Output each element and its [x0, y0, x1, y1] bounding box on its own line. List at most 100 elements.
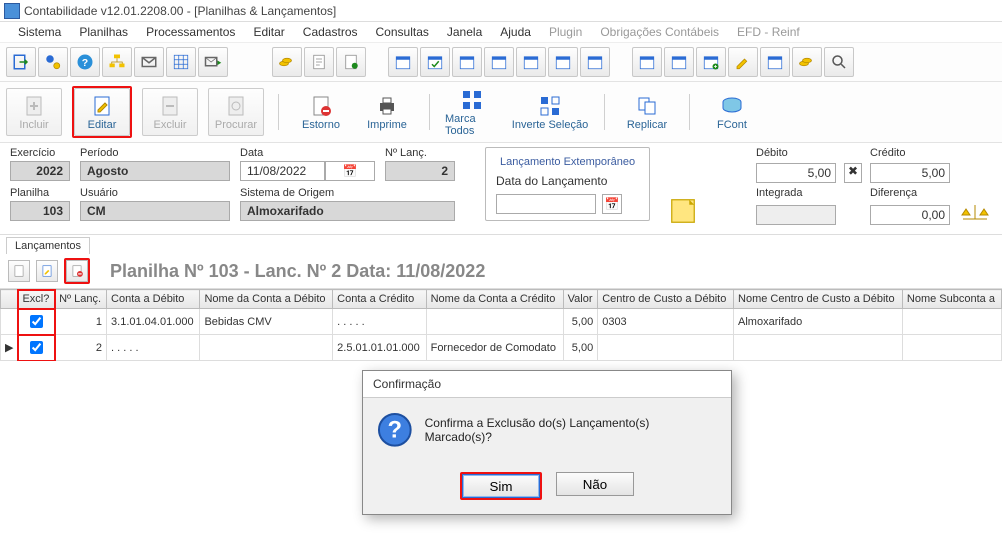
toolbar-mail-send-icon[interactable]: [198, 47, 228, 77]
exercicio-label: Exercício: [10, 147, 70, 159]
col-ccusto-debito[interactable]: Centro de Custo a Débito: [598, 290, 734, 309]
col-nome-conta-debito[interactable]: Nome da Conta a Débito: [200, 290, 333, 309]
col-conta-debito[interactable]: Conta a Débito: [107, 290, 200, 309]
table-row[interactable]: ▶ 2 . . . . . 2.5.01.01.01.000 Fornecedo…: [1, 335, 1002, 361]
col-conta-credito[interactable]: Conta a Crédito: [333, 290, 426, 309]
action-estorno-label: Estorno: [302, 119, 340, 131]
menu-janela[interactable]: Janela: [447, 25, 482, 39]
toolbar-coins-2[interactable]: [792, 47, 822, 77]
menu-processamentos[interactable]: Processamentos: [146, 25, 235, 39]
action-imprime[interactable]: Imprime: [359, 88, 415, 136]
action-imprime-label: Imprime: [367, 119, 407, 131]
action-replicar-label: Replicar: [627, 119, 667, 131]
svg-text:?: ?: [388, 417, 403, 444]
action-procurar[interactable]: Procurar: [208, 88, 264, 136]
toolbar-cal-c[interactable]: [760, 47, 790, 77]
toolbar-edit-icon[interactable]: [728, 47, 758, 77]
filter-panel: Exercício 2022 Período Agosto Planilha 1…: [0, 143, 1002, 235]
origem-value[interactable]: Almoxarifado: [240, 201, 455, 221]
toolbar-cal-4[interactable]: [484, 47, 514, 77]
mini-edit-icon[interactable]: [36, 260, 58, 282]
replicate-icon: [635, 94, 659, 118]
toolbar-cal-6[interactable]: [548, 47, 578, 77]
menu-obrigacoes[interactable]: Obrigações Contábeis: [600, 25, 719, 39]
action-marca-todos[interactable]: Marca Todos: [444, 88, 500, 136]
integrada-label: Integrada: [756, 187, 836, 199]
toolbar-cal-8[interactable]: [632, 47, 662, 77]
action-inverte-selecao[interactable]: Inverte Seleção: [510, 88, 590, 136]
action-incluir-label: Incluir: [19, 119, 48, 131]
action-replicar[interactable]: Replicar: [619, 88, 675, 136]
toolbar-cal-add[interactable]: [696, 47, 726, 77]
diferenca-value: 0,00: [870, 205, 950, 225]
extemporaneo-legend: Lançamento Extemporâneo: [496, 156, 639, 168]
toolbar-coins-1[interactable]: [272, 47, 302, 77]
svg-text:?: ?: [82, 57, 88, 69]
toolbar-cal-3[interactable]: [452, 47, 482, 77]
toolbar-cal-check[interactable]: [420, 47, 450, 77]
action-fcont[interactable]: FCont: [704, 88, 760, 136]
exercicio-value[interactable]: 2022: [10, 161, 70, 181]
clear-debit-icon[interactable]: ✖: [844, 163, 862, 183]
calendar-icon-2[interactable]: 📅: [602, 194, 622, 214]
usuario-label: Usuário: [80, 187, 230, 199]
action-editar[interactable]: Editar: [74, 88, 130, 136]
action-excluir[interactable]: Excluir: [142, 88, 198, 136]
mini-delete-icon[interactable]: [66, 260, 88, 282]
toolbar-mail-icon[interactable]: [134, 47, 164, 77]
toolbar-help-icon[interactable]: ?: [70, 47, 100, 77]
menu-sistema[interactable]: Sistema: [18, 25, 61, 39]
toolbar-cal-1[interactable]: [388, 47, 418, 77]
extemporaneo-group: Lançamento Extemporâneo Data do Lançamen…: [485, 147, 650, 221]
toolbar-doc-2[interactable]: [336, 47, 366, 77]
col-valor[interactable]: Valor: [563, 290, 598, 309]
toolbar-cal-5[interactable]: [516, 47, 546, 77]
menu-editar[interactable]: Editar: [253, 25, 284, 39]
debito-label: Débito: [756, 147, 836, 159]
toolbar-exit-icon[interactable]: [6, 47, 36, 77]
menu-efd[interactable]: EFD - Reinf: [737, 25, 800, 39]
toolbar-cal-9[interactable]: [664, 47, 694, 77]
col-nome-ccusto-debito[interactable]: Nome Centro de Custo a Débito: [734, 290, 903, 309]
periodo-value[interactable]: Agosto: [80, 161, 230, 181]
excl-checkbox[interactable]: [18, 335, 55, 361]
action-incluir[interactable]: Incluir: [6, 88, 62, 136]
printer-icon: [375, 94, 399, 118]
menu-consultas[interactable]: Consultas: [376, 25, 429, 39]
toolbar-key-icon[interactable]: [38, 47, 68, 77]
col-nome-subconta[interactable]: Nome Subconta a: [902, 290, 1001, 309]
action-bar: Incluir Editar Excluir Procurar Estorno …: [0, 82, 1002, 143]
table-row[interactable]: 1 3.1.01.04.01.000 Bebidas CMV . . . . .…: [1, 309, 1002, 335]
planilha-value[interactable]: 103: [10, 201, 70, 221]
col-nlanc[interactable]: Nº Lanç.: [55, 290, 107, 309]
mini-new-icon[interactable]: [8, 260, 30, 282]
toolbar-doc-1[interactable]: [304, 47, 334, 77]
usuario-value[interactable]: CM: [80, 201, 230, 221]
excl-checkbox[interactable]: [18, 309, 55, 335]
action-estorno[interactable]: Estorno: [293, 88, 349, 136]
action-editar-label: Editar: [88, 119, 117, 131]
action-procurar-label: Procurar: [215, 119, 257, 131]
note-icon[interactable]: [668, 196, 698, 226]
calendar-icon[interactable]: 📅: [325, 161, 375, 181]
toolbar-org-icon[interactable]: [102, 47, 132, 77]
minus-doc-icon: [158, 94, 182, 118]
menu-plugin[interactable]: Plugin: [549, 25, 582, 39]
col-nome-conta-credito[interactable]: Nome da Conta a Crédito: [426, 290, 563, 309]
toolbar-cal-7[interactable]: [580, 47, 610, 77]
col-excl[interactable]: Excl?: [18, 290, 55, 309]
nlanc-value[interactable]: 2: [385, 161, 455, 181]
menu-ajuda[interactable]: Ajuda: [500, 25, 531, 39]
tab-lancamentos[interactable]: Lançamentos: [6, 237, 90, 254]
menu-cadastros[interactable]: Cadastros: [303, 25, 358, 39]
menu-planilhas[interactable]: Planilhas: [79, 25, 128, 39]
data-value[interactable]: 11/08/2022: [240, 161, 325, 181]
data-label: Data: [240, 147, 375, 159]
dialog-sim-button[interactable]: Sim: [462, 474, 540, 498]
toolbar-search-icon[interactable]: [824, 47, 854, 77]
ext-data-input[interactable]: [496, 194, 596, 214]
toolbar-table-icon[interactable]: [166, 47, 196, 77]
grid: Excl? Nº Lanç. Conta a Débito Nome da Co…: [0, 289, 1002, 361]
dialog-nao-button[interactable]: Não: [556, 472, 634, 496]
action-inverte-label: Inverte Seleção: [512, 119, 588, 131]
